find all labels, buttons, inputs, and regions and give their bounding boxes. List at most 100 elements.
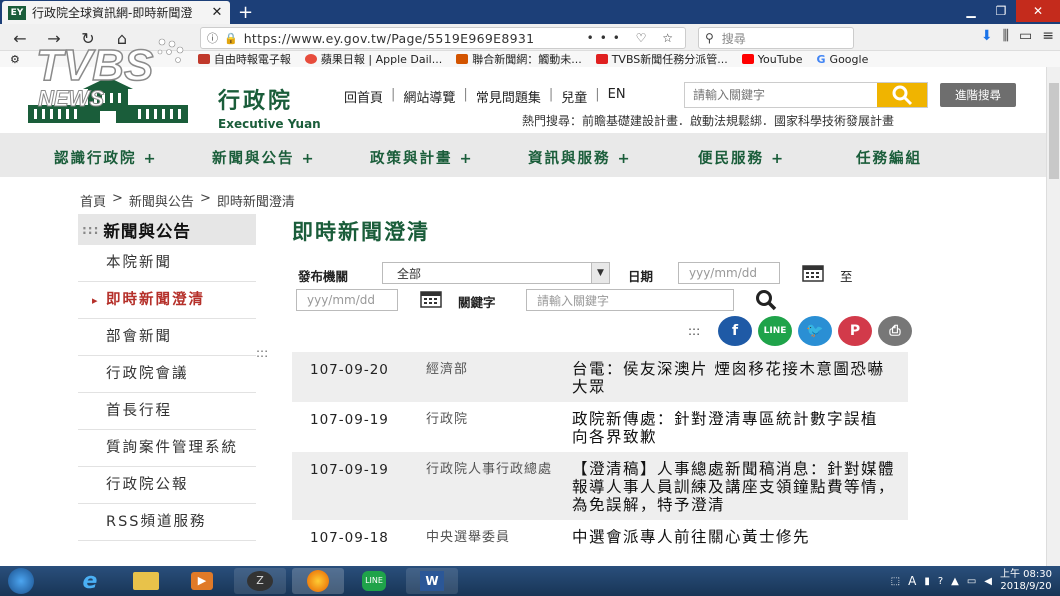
site-logo-text[interactable]: 行政院 Executive Yuan [218, 83, 321, 131]
breadcrumb-news[interactable]: 新聞與公告 [129, 191, 194, 210]
help-icon[interactable]: ? [938, 576, 943, 587]
bookmark-item[interactable]: 蘋果日報 | Apple Dail... [304, 51, 442, 67]
nav-task-forces[interactable]: 任務編組 [856, 147, 922, 168]
link-home[interactable]: 回首頁 [344, 87, 383, 106]
news-row[interactable]: 107-09-19 行政院人事行政總處 【澄清稿】人事總處新聞稿消息：針對媒體報… [292, 452, 908, 520]
sidebar-item-interpellation[interactable]: 質詢案件管理系統 [78, 430, 256, 467]
sidebar-item-clarifications[interactable]: 即時新聞澄清 [78, 282, 256, 319]
nav-info[interactable]: 資訊與服務 + [528, 147, 632, 168]
date-from-input[interactable]: yyy/mm/dd [678, 262, 780, 284]
bookmark-item[interactable]: TVBS新聞任務分派管... [595, 51, 728, 67]
news-row[interactable]: 107-09-19 行政院 政院新傳處：針對澄清專區統計數字誤植 向各界致歉 [292, 402, 908, 452]
twitter-icon[interactable]: 🐦 [798, 316, 832, 346]
network-icon[interactable]: ▭ [967, 576, 976, 587]
site-search-input[interactable] [685, 83, 877, 107]
line-app-icon[interactable]: LINE [348, 568, 400, 594]
link-faq[interactable]: 常見問題集 [476, 87, 541, 106]
news-date: 107-09-20 [310, 362, 389, 378]
maximize-icon[interactable]: ❐ [986, 0, 1016, 22]
browser-search-input[interactable]: ⚲ 搜尋 [698, 27, 854, 49]
hot-search[interactable]: 熱門搜尋：前瞻基礎建設計畫．啟動法規鬆綁．國家科學技術發展計畫 [522, 112, 894, 129]
start-button-icon[interactable] [8, 568, 34, 594]
browser-window: EY 行政院全球資訊網-即時新聞澄 ✕ + ▁ ❐ ✕ ← → ↻ ⌂ ⓘ 🔒 … [0, 0, 1060, 566]
volume-icon[interactable]: ◀ [984, 576, 992, 587]
library-icon[interactable]: ⫼ [1003, 28, 1009, 44]
url-text[interactable]: https://www.ey.gov.tw/Page/5519E969E8931 [244, 31, 587, 46]
bookmark-item[interactable]: 自由時報電子報 [197, 51, 291, 67]
facebook-icon[interactable]: f [718, 316, 752, 346]
internet-explorer-icon[interactable]: e [64, 568, 116, 594]
lock-icon[interactable]: 🔒 [224, 32, 238, 45]
tab-close-icon[interactable]: ✕ [210, 5, 224, 20]
nav-about[interactable]: 認識行政院 + [54, 147, 158, 168]
nav-services[interactable]: 便民服務 + [698, 147, 785, 168]
share-buttons: f LINE 🐦 P ⎙ [718, 316, 912, 346]
sidebar-item-gazette[interactable]: 行政院公報 [78, 467, 256, 504]
advanced-search-button[interactable]: 進階搜尋 [940, 83, 1016, 107]
new-tab-icon[interactable]: + [238, 2, 253, 23]
browser-search-placeholder: 搜尋 [721, 31, 746, 46]
tray-arrow-icon[interactable]: ▲ [951, 576, 959, 587]
scrollbar-thumb[interactable] [1049, 83, 1059, 179]
file-explorer-icon[interactable] [120, 568, 172, 594]
nav-news[interactable]: 新聞與公告 + [212, 147, 316, 168]
window-close-icon[interactable]: ✕ [1016, 0, 1060, 22]
bookmark-item[interactable]: G Google [817, 53, 869, 66]
sidebar-item-schedule[interactable]: 首長行程 [78, 393, 256, 430]
news-title-link[interactable]: 【澄清稿】人事總處新聞稿消息：針對媒體報導人事人員訓練及講座支領鐘點費等情，為免… [572, 460, 908, 514]
top-links: 回首頁 | 網站導覽 | 常見問題集 | 兒童 | EN [344, 87, 626, 106]
vertical-scrollbar[interactable] [1046, 67, 1060, 566]
date-label: 日期 [628, 269, 654, 284]
info-icon[interactable]: ⓘ [207, 30, 218, 46]
firefox-icon[interactable] [292, 568, 344, 594]
sidebar-item-rss[interactable]: RSS頻道服務 [78, 504, 256, 541]
news-title-link[interactable]: 台電：侯友深澳片 煙囪移花接木意圖恐嚇大眾 [572, 360, 908, 396]
clock[interactable]: 上午 08:30 2018/9/20 [1000, 569, 1052, 593]
bookmark-favicon-icon [456, 54, 469, 64]
keyword-label: 關鍵字 [458, 295, 496, 310]
minimize-icon[interactable]: ▁ [956, 0, 986, 22]
language-icon[interactable]: ⬚ [891, 576, 900, 587]
sidebar-item-ministry-news[interactable]: 部會新聞 [78, 319, 256, 356]
address-bar[interactable]: ⓘ 🔒 https://www.ey.gov.tw/Page/5519E969E… [200, 27, 686, 49]
link-english[interactable]: EN [608, 87, 626, 106]
sidebar-item-ey-news[interactable]: 本院新聞 [78, 245, 256, 282]
word-icon[interactable]: W [406, 568, 458, 594]
date-to-input[interactable]: yyy/mm/dd [296, 289, 398, 311]
link-sitemap[interactable]: 網站導覽 [403, 87, 455, 106]
calendar-icon[interactable] [420, 290, 442, 308]
search-icon[interactable] [754, 288, 778, 312]
nav-policy[interactable]: 政策與計畫 + [370, 147, 474, 168]
keyword-input[interactable]: 請輸入關鍵字 [526, 289, 734, 311]
calendar-icon[interactable] [802, 264, 824, 282]
print-icon[interactable]: ⎙ [878, 316, 912, 346]
line-icon[interactable]: LINE [758, 316, 792, 346]
media-player-icon[interactable]: ▶ [176, 568, 228, 594]
org-select[interactable]: 全部 ▼ [382, 262, 610, 284]
breadcrumb-home[interactable]: 首頁 [80, 191, 106, 210]
page-actions-icon[interactable]: ••• ♡ ☆ [587, 31, 679, 45]
magnifier-icon [892, 85, 913, 106]
bookmark-item[interactable]: YouTube [741, 53, 803, 66]
sidebar-item-cabinet-meetings[interactable]: 行政院會議 [78, 356, 256, 393]
bookmark-favicon-icon [595, 54, 608, 64]
sidebar-toggle-icon[interactable]: ▭ [1019, 28, 1032, 44]
menu-icon[interactable]: ≡ [1042, 28, 1054, 44]
keyboard-icon[interactable]: ▮ [924, 576, 930, 587]
ime-indicator[interactable]: A [908, 574, 916, 588]
browser-tab[interactable]: EY 行政院全球資訊網-即時新聞澄 ✕ [2, 1, 230, 24]
windows-taskbar: e ▶ Z LINE W ⬚ A ▮ ? ▲ ▭ ◀ 上午 08:30 2018… [0, 566, 1060, 596]
drag-dots-icon: ::: [82, 222, 100, 237]
app-icon[interactable]: Z [234, 568, 286, 594]
news-title-link[interactable]: 中選會派專人前往關心黃士修先 [572, 528, 908, 564]
bookmark-item[interactable]: 聯合新聞網：觸動未... [456, 51, 582, 67]
chevron-down-icon[interactable]: ▼ [591, 263, 609, 283]
link-kids[interactable]: 兒童 [561, 87, 587, 106]
download-icon[interactable]: ⬇ [981, 28, 993, 44]
news-row[interactable]: 107-09-20 經濟部 台電：侯友深澳片 煙囪移花接木意圖恐嚇大眾 [292, 352, 908, 402]
news-title-link[interactable]: 政院新傳處：針對澄清專區統計數字誤植 向各界致歉 [572, 410, 908, 446]
news-row[interactable]: 107-09-18 中央選舉委員 中選會派專人前往關心黃士修先 [292, 520, 908, 566]
plurk-icon[interactable]: P [838, 316, 872, 346]
settings-gear-icon[interactable]: ⚙ [10, 53, 20, 66]
site-search-button[interactable] [877, 83, 927, 107]
